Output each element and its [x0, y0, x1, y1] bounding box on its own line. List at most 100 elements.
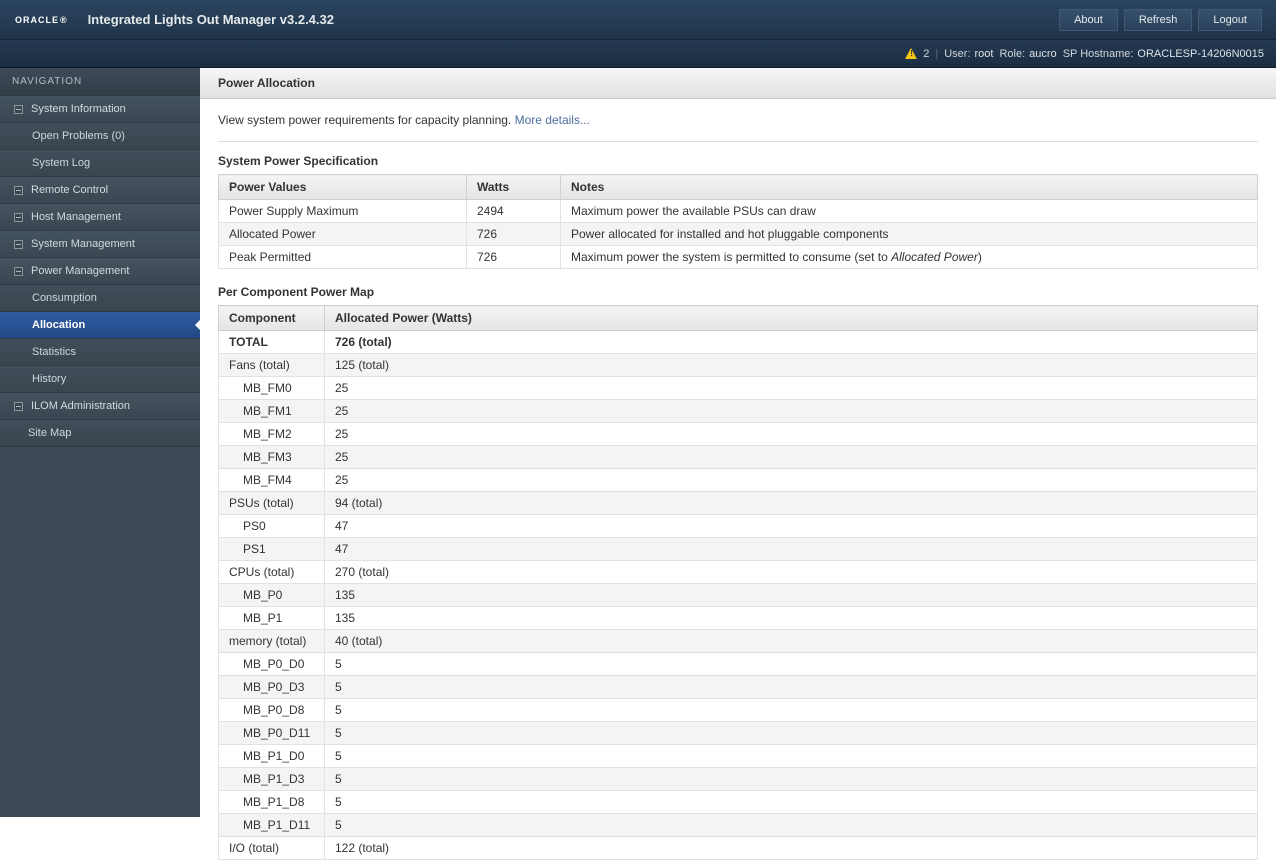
table-row: MB_P1_D05	[219, 745, 1258, 768]
cell-allocated: 47	[325, 515, 1258, 538]
table-row: PS147	[219, 538, 1258, 561]
table-row: PSUs (total)94 (total)	[219, 492, 1258, 515]
nav-system-information[interactable]: System Information	[0, 96, 200, 123]
table-row: TOTAL726 (total)	[219, 331, 1258, 354]
hostname-value: ORACLESP-14206N0015	[1137, 48, 1264, 60]
cell-allocated: 25	[325, 469, 1258, 492]
cell-component: MB_FM0	[219, 377, 325, 400]
oracle-logo-text: ORACLE	[15, 15, 59, 25]
table-row: MB_P0_D85	[219, 699, 1258, 722]
nav-allocation[interactable]: Allocation	[0, 312, 200, 339]
about-button[interactable]: About	[1059, 9, 1118, 31]
cell-component: MB_FM2	[219, 423, 325, 446]
component-power-table: Component Allocated Power (Watts) TOTAL7…	[218, 305, 1258, 860]
nav-system-management[interactable]: System Management	[0, 231, 200, 258]
table-row: CPUs (total)270 (total)	[219, 561, 1258, 584]
cell-watts: 726	[467, 246, 561, 269]
cell-allocated: 5	[325, 653, 1258, 676]
table-row: MB_P1135	[219, 607, 1258, 630]
subheader-bar: 2 | User: root Role: aucro SP Hostname: …	[0, 40, 1276, 68]
page-title: Power Allocation	[200, 68, 1276, 99]
table-row: Fans (total)125 (total)	[219, 354, 1258, 377]
cell-allocated: 47	[325, 538, 1258, 561]
cell-notes: Power allocated for installed and hot pl…	[561, 223, 1258, 246]
cell-component: MB_FM4	[219, 469, 325, 492]
logout-button[interactable]: Logout	[1198, 9, 1262, 31]
nav-label: Power Management	[31, 265, 129, 277]
nav-open-problems[interactable]: Open Problems (0)	[0, 123, 200, 150]
col-notes: Notes	[561, 175, 1258, 200]
table-row: MB_P1_D85	[219, 791, 1258, 814]
cell-component: MB_P0_D11	[219, 722, 325, 745]
cell-allocated: 135	[325, 607, 1258, 630]
cell-component: MB_P1_D8	[219, 791, 325, 814]
table-row: Allocated Power726Power allocated for in…	[219, 223, 1258, 246]
cell-component: MB_FM3	[219, 446, 325, 469]
cell-allocated: 135	[325, 584, 1258, 607]
section-system-power-spec: System Power Specification	[218, 154, 1258, 168]
table-row: MB_FM325	[219, 446, 1258, 469]
role-label: Role:	[999, 48, 1025, 60]
collapse-icon[interactable]	[14, 267, 23, 276]
refresh-button[interactable]: Refresh	[1124, 9, 1193, 31]
nav-ilom-administration[interactable]: ILOM Administration	[0, 393, 200, 420]
collapse-icon[interactable]	[14, 105, 23, 114]
nav-consumption[interactable]: Consumption	[0, 285, 200, 312]
expand-icon[interactable]	[14, 186, 23, 195]
cell-component: PSUs (total)	[219, 492, 325, 515]
cell-power-value: Allocated Power	[219, 223, 467, 246]
app-title: Integrated Lights Out Manager v3.2.4.32	[88, 12, 334, 27]
table-row: MB_P0_D05	[219, 653, 1258, 676]
cell-allocated: 125 (total)	[325, 354, 1258, 377]
cell-allocated: 94 (total)	[325, 492, 1258, 515]
cell-allocated: 5	[325, 768, 1258, 791]
nav-label: ILOM Administration	[31, 400, 130, 412]
warning-count[interactable]: 2	[923, 48, 929, 60]
nav-system-log[interactable]: System Log	[0, 150, 200, 177]
cell-component: MB_P0	[219, 584, 325, 607]
cell-notes: Maximum power the available PSUs can dra…	[561, 200, 1258, 223]
cell-component: MB_P1_D0	[219, 745, 325, 768]
cell-notes: Maximum power the system is permitted to…	[561, 246, 1258, 269]
cell-allocated: 270 (total)	[325, 561, 1258, 584]
table-row: MB_P0_D35	[219, 676, 1258, 699]
nav-site-map[interactable]: Site Map	[0, 420, 200, 447]
nav-label: System Information	[31, 103, 126, 115]
nav-history[interactable]: History	[0, 366, 200, 393]
more-details-link[interactable]: More details...	[515, 113, 590, 127]
table-row: MB_P0135	[219, 584, 1258, 607]
table-row: MB_FM125	[219, 400, 1258, 423]
cell-allocated: 25	[325, 400, 1258, 423]
table-row: Peak Permitted726Maximum power the syste…	[219, 246, 1258, 269]
cell-component: PS0	[219, 515, 325, 538]
col-component: Component	[219, 306, 325, 331]
cell-component: MB_FM1	[219, 400, 325, 423]
expand-icon[interactable]	[14, 402, 23, 411]
intro-span: View system power requirements for capac…	[218, 113, 515, 127]
nav-host-management[interactable]: Host Management	[0, 204, 200, 231]
nav-label: Remote Control	[31, 184, 108, 196]
nav-statistics[interactable]: Statistics	[0, 339, 200, 366]
expand-icon[interactable]	[14, 240, 23, 249]
navigation-sidebar: NAVIGATION System Information Open Probl…	[0, 68, 200, 817]
nav-remote-control[interactable]: Remote Control	[0, 177, 200, 204]
cell-power-value: Power Supply Maximum	[219, 200, 467, 223]
header-bar: ORACLE ® Integrated Lights Out Manager v…	[0, 0, 1276, 40]
divider	[218, 141, 1258, 142]
nav-power-management[interactable]: Power Management	[0, 258, 200, 285]
cell-component: Fans (total)	[219, 354, 325, 377]
cell-allocated: 5	[325, 791, 1258, 814]
cell-component: MB_P0_D8	[219, 699, 325, 722]
expand-icon[interactable]	[14, 213, 23, 222]
table-row: MB_FM025	[219, 377, 1258, 400]
cell-allocated: 5	[325, 699, 1258, 722]
cell-component: CPUs (total)	[219, 561, 325, 584]
table-row: I/O (total)122 (total)	[219, 837, 1258, 860]
intro-text: View system power requirements for capac…	[218, 113, 1258, 127]
cell-component: MB_P1_D3	[219, 768, 325, 791]
cell-component: memory (total)	[219, 630, 325, 653]
col-power-values: Power Values	[219, 175, 467, 200]
cell-watts: 726	[467, 223, 561, 246]
warning-icon[interactable]	[905, 48, 919, 59]
cell-component: MB_P1	[219, 607, 325, 630]
